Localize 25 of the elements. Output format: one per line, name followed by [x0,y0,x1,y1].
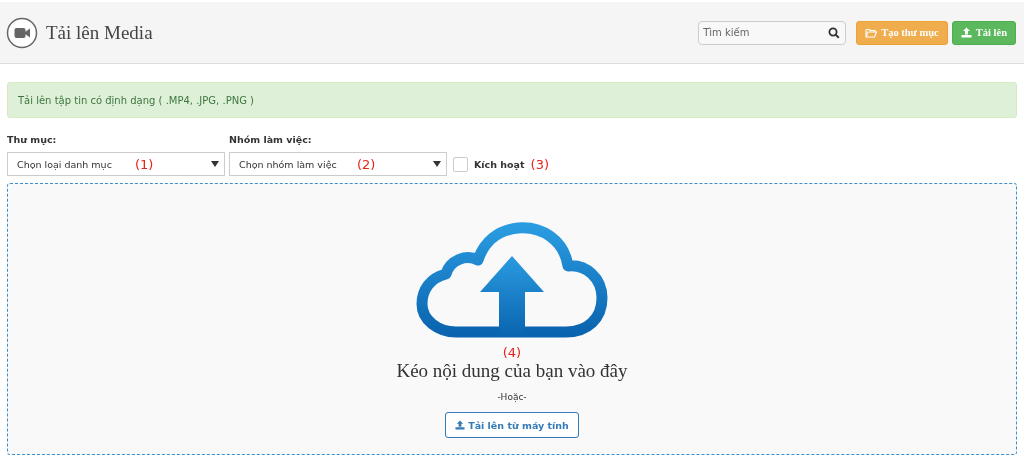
field-label: Thư mục: [7,134,58,145]
info-alert: Tải lên tập tin có định dạng ( .MP4, .JPG, .PNG ) [7,82,1017,118]
annotation-marker: (2) [357,156,377,172]
dropdown[interactable]: Chọn nhóm làm việc (2) [229,152,447,176]
dropdown-caret-icon [211,161,219,167]
checkbox-label: Kích hoạt [474,158,525,170]
annotation-marker: (1) [135,156,155,172]
drop-zone[interactable]: (4) Kéo nội dung của bạn vào đây -Hoặc- Tải lên từ máy tính [7,183,1017,455]
page-title: Tải lên Media [46,21,153,44]
annotation-marker: (4) [502,346,522,360]
field-label: Nhóm làm việc: [229,134,313,145]
cloud-upload-icon [416,220,608,340]
upload-icon [960,27,972,38]
video-camera-icon [6,16,38,49]
separator-text: -Hoặc- [497,392,527,402]
drop-zone-title: Kéo nội dung của bạn vào đây [396,360,628,382]
search-field[interactable]: Tìm kiếm [698,20,847,45]
upload-icon [455,420,466,430]
checkbox[interactable] [453,156,468,172]
upload-from-computer-button[interactable]: Tải lên từ máy tính [445,412,579,438]
annotation-marker: (3) [530,156,549,172]
dropdown[interactable]: Chọn loại danh mục (1) [7,152,225,176]
folder-icon [865,27,878,38]
search-icon [828,26,841,39]
dropdown-caret-icon [433,161,441,167]
